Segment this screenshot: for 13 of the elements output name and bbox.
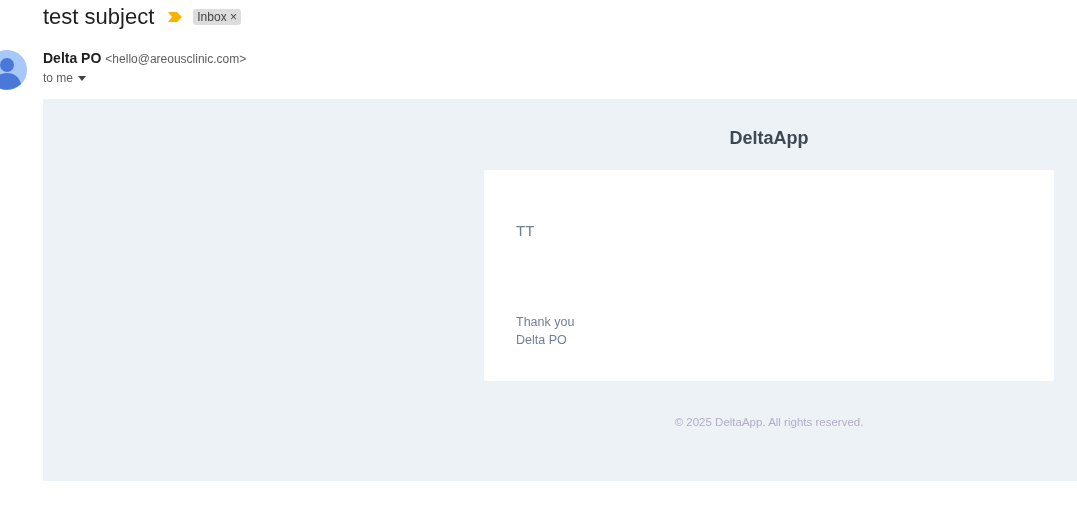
copyright-footer: © 2025 DeltaApp. All rights reserved.	[674, 416, 864, 428]
importance-marker-icon[interactable]	[168, 12, 183, 22]
signoff-line: Thank you	[516, 314, 576, 331]
caret-icon	[78, 75, 86, 81]
brand-title: DeltaApp	[729, 128, 809, 149]
email-subject: test subject	[43, 4, 155, 30]
remove-label-button[interactable]: ×	[230, 10, 237, 24]
sender-address: <hello@areousclinic.com>	[105, 52, 247, 66]
label-chip: Inbox ×	[193, 9, 241, 25]
recipients-dropdown[interactable]: to me	[43, 71, 86, 85]
signoff-line: Delta PO	[516, 332, 568, 349]
sender-name: Delta PO	[43, 50, 102, 66]
message-text: TT	[516, 222, 536, 239]
